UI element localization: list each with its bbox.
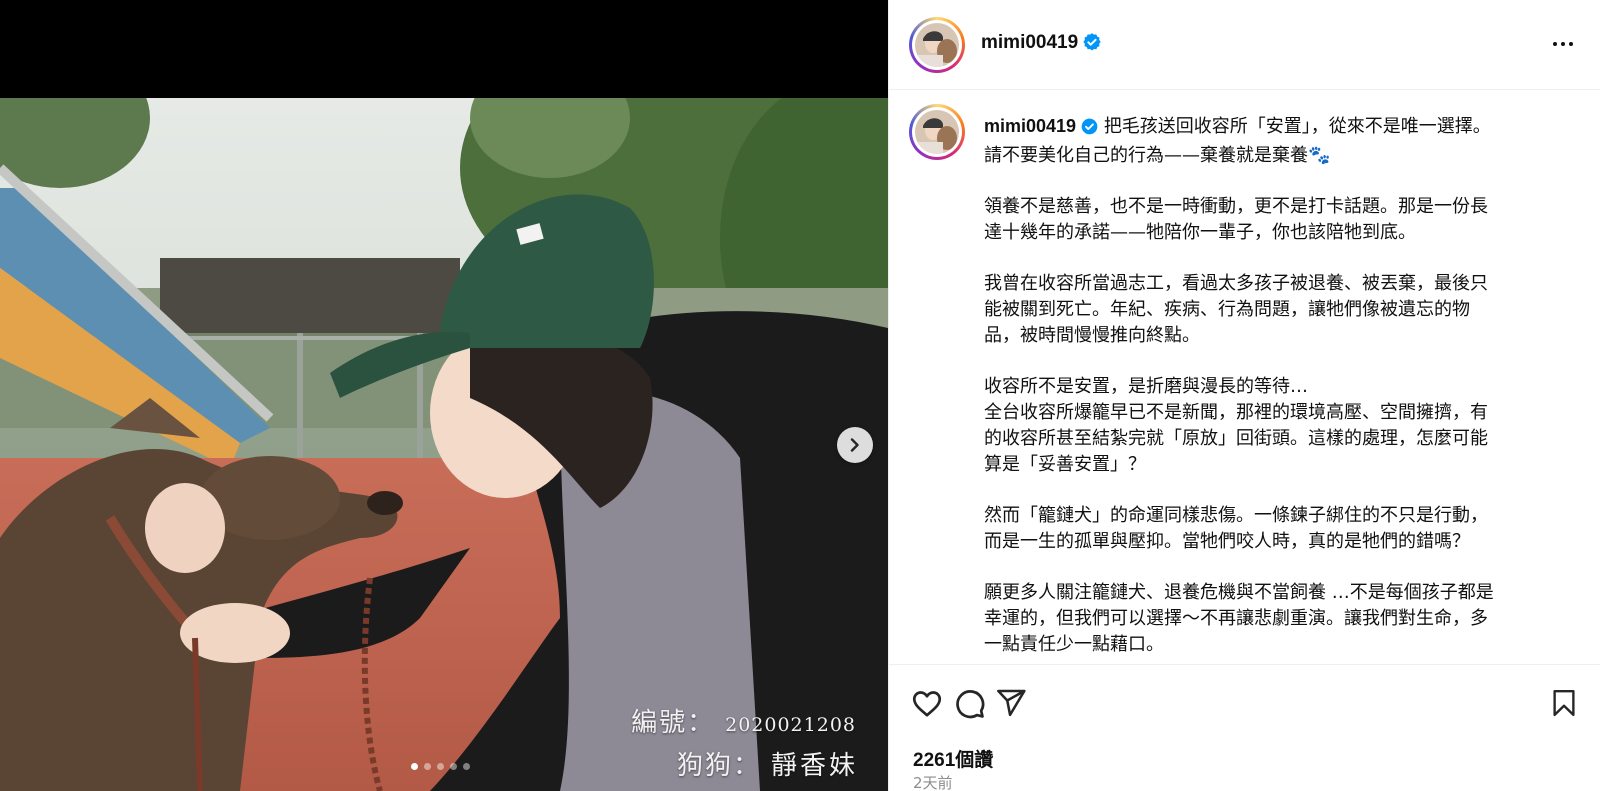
caption-line: 全台收容所爆籠早已不是新聞，那裡的環境高壓、空間擁擠，有 (984, 402, 1488, 423)
caption-paragraphs: 請不要美化自己的行為——棄養就是棄養🐾 領養不是慈善，也不是一時衝動，更不是打卡話… (984, 143, 1554, 658)
caption-line: 然而「籠鏈犬」的命運同樣悲傷。一條鍊子綁住的不只是行動， (984, 505, 1488, 526)
save-button[interactable] (1546, 685, 1582, 721)
chevron-right-icon (850, 438, 859, 452)
photo-illustration (0, 98, 888, 791)
caption-avatar[interactable] (909, 104, 965, 160)
caption-line: 一點責任少一點藉口。 (984, 634, 1164, 655)
share-button[interactable] (993, 685, 1029, 721)
caption-number-key: 編號： (631, 708, 716, 738)
caption-area: mimi00419 把毛孩送回收容所「安置」，從來不是唯一選擇。 請不要美化自己… (889, 91, 1600, 663)
bookmark-icon (1553, 689, 1575, 717)
caption-lead-text: 把毛孩送回收容所「安置」，從來不是唯一選擇。 (1103, 116, 1491, 137)
caption-line: 能被關到死亡。年紀、疾病、行為問題，讓牠們像被遺忘的物 (984, 299, 1470, 320)
caption-line: 達十幾年的承諾——牠陪你一輩子，你也該陪牠到底。 (984, 222, 1416, 243)
carousel-dot (463, 763, 470, 770)
post-actions: 2261個讚 2天前 (889, 664, 1600, 791)
carousel-dot (411, 763, 418, 770)
verified-badge-icon (1083, 33, 1101, 57)
caption-line: 品，被時間慢慢推向終點。 (984, 325, 1200, 346)
caption-line: 的收容所甚至結紮完就「原放」回街頭。這樣的處理，怎麼可能 (984, 428, 1488, 449)
more-dot (1569, 42, 1573, 46)
caption-line: 而是一生的孤單與壓抑。當牠們咬人時，真的是牠們的錯嗎？ (984, 531, 1470, 552)
post-timestamp[interactable]: 2天前 (913, 772, 953, 791)
caption-line: 請不要美化自己的行為——棄養就是棄養🐾 (984, 145, 1331, 166)
caption-line: 領養不是慈善，也不是一時衝動，更不是打卡話題。那是一份長 (984, 196, 1488, 217)
carousel-dot (450, 763, 457, 770)
header-username[interactable]: mimi00419 (981, 32, 1101, 57)
comment-button[interactable] (951, 685, 987, 721)
caption-line: 收容所不是安置，是折磨與漫長的等待… (984, 376, 1308, 397)
post-detail-panel: mimi00419 mimi00419 把毛孩送回收容所「安置」，從來不是唯一選… (888, 0, 1600, 791)
like-button[interactable] (909, 685, 945, 721)
photo-caption-dog-name: 狗狗： 靜香妹 (677, 745, 858, 782)
post-media: 編號： 2020021208 狗狗： 靜香妹 (0, 0, 888, 791)
heart-icon (912, 691, 942, 717)
caption-first-line: mimi00419 把毛孩送回收容所「安置」，從來不是唯一選擇。 (984, 113, 1554, 143)
post-header: mimi00419 (889, 0, 1600, 90)
more-dot (1561, 42, 1565, 46)
comment-bubble-icon (956, 690, 985, 719)
carousel-dot (424, 763, 431, 770)
avatar-image (915, 110, 959, 154)
carousel-dot (437, 763, 444, 770)
post-caption: mimi00419 把毛孩送回收容所「安置」，從來不是唯一選擇。 請不要美化自己… (984, 113, 1554, 658)
caption-name-key: 狗狗： (676, 751, 761, 781)
avatar[interactable] (909, 17, 965, 73)
next-slide-button[interactable] (837, 427, 873, 463)
caption-number-value: 2020021208 (725, 714, 856, 736)
photo-caption-number: 編號： 2020021208 (631, 702, 856, 739)
more-options-button[interactable] (1548, 32, 1578, 56)
caption-line: 算是「妥善安置」？ (984, 454, 1146, 475)
caption-line: 幸運的，但我們可以選擇～不再讓悲劇重演。讓我們對生命，多 (984, 608, 1488, 629)
caption-line: 願更多人關注籠鏈犬、退養危機與不當飼養 …不是每個孩子都是 (984, 582, 1494, 603)
carousel-indicator (411, 763, 470, 770)
caption-username[interactable]: mimi00419 (984, 116, 1076, 136)
like-count[interactable]: 2261個讚 (913, 745, 993, 772)
header-username-text: mimi00419 (981, 32, 1079, 53)
avatar-image (915, 23, 959, 67)
caption-line: 我曾在收容所當過志工，看過太多孩子被退養、被丟棄，最後只 (984, 273, 1488, 294)
paper-plane-icon (997, 689, 1026, 717)
post-photo (0, 98, 888, 791)
verified-badge-icon (1081, 117, 1098, 143)
caption-name-value: 靜香妹 (770, 751, 858, 781)
more-options-icon (1553, 42, 1557, 46)
